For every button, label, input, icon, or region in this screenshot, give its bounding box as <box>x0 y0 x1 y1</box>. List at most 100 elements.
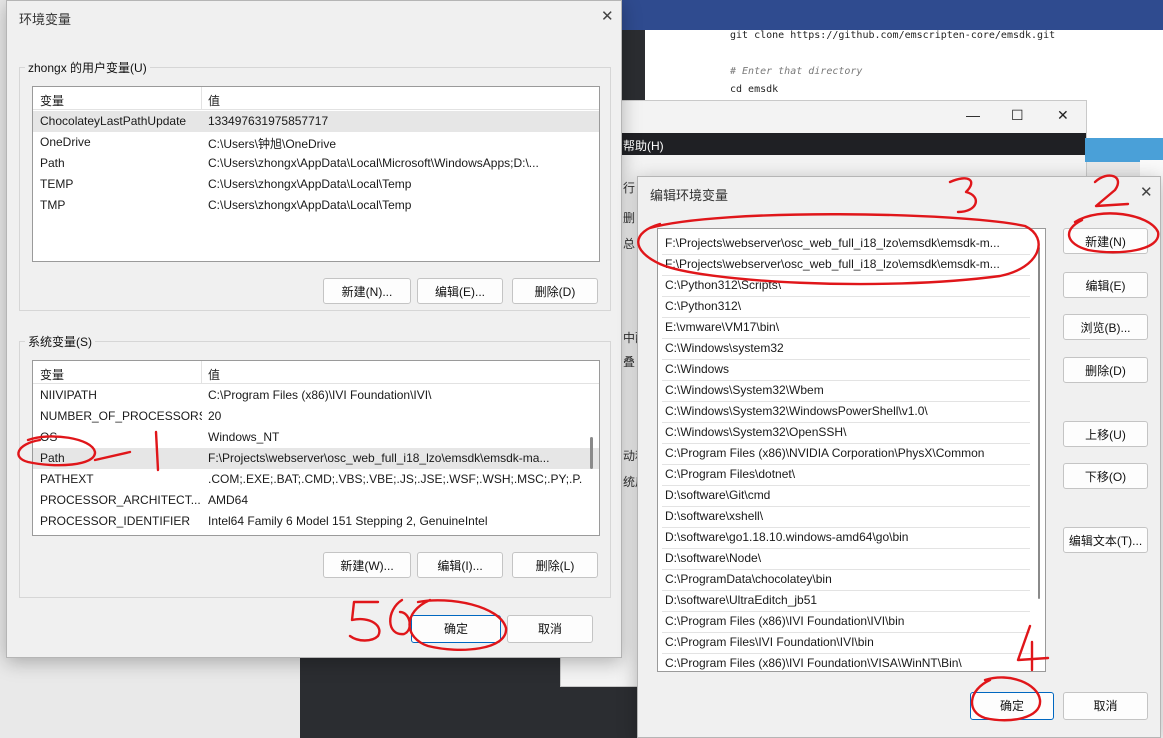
table-row[interactable]: Path F:\Projects\webserver\osc_web_full_i… <box>33 448 599 469</box>
code-line: cd emsdk <box>730 84 779 95</box>
background-highlight <box>1085 138 1163 162</box>
column-divider[interactable] <box>201 361 202 383</box>
path-entry-text: D:\software\UltraEditch_jb51 <box>665 593 818 607</box>
path-entry[interactable]: C:\Windows\System32\OpenSSH\ <box>662 422 1030 444</box>
path-entry-text: D:\software\Git\cmd <box>665 488 771 502</box>
path-entry[interactable]: D:\software\Node\ <box>662 548 1030 570</box>
move-down-button[interactable]: 下移(O) <box>1063 463 1148 489</box>
ok-button[interactable]: 确定 <box>411 615 501 643</box>
path-entry[interactable]: C:\Windows\system32 <box>662 338 1030 360</box>
path-entry-text: D:\software\go1.18.10.windows-amd64\go\b… <box>665 530 909 544</box>
system-new-button[interactable]: 新建(W)... <box>323 552 411 578</box>
system-vars-list[interactable]: 变量 值 NIIVIPATH C:\Program Files (x86)\IVI… <box>32 360 600 536</box>
maximize-icon[interactable]: ☐ <box>1011 107 1024 124</box>
table-row[interactable]: PROCESSOR_ARCHITECT... AMD64 <box>33 490 599 511</box>
cancel-button[interactable]: 取消 <box>507 615 593 643</box>
path-entry[interactable]: F:\Projects\webserver\osc_web_full_i18_l… <box>662 233 1030 255</box>
browse-button[interactable]: 浏览(B)... <box>1063 314 1148 340</box>
scrollbar-thumb[interactable] <box>590 437 593 469</box>
variable-name: OneDrive <box>40 135 91 149</box>
path-entry[interactable]: D:\software\UltraEditch_jb51 <box>662 590 1030 612</box>
path-entry[interactable]: C:\Python312\ <box>662 296 1030 318</box>
column-divider[interactable] <box>201 87 202 109</box>
path-entry-text: E:\vmware\VM17\bin\ <box>665 320 780 334</box>
path-entry[interactable]: C:\Windows <box>662 359 1030 381</box>
variable-name: NIIVIPATH <box>40 388 97 402</box>
path-entry[interactable]: C:\Windows\System32\WindowsPowerShell\v1… <box>662 401 1030 423</box>
menu-help[interactable]: 帮助(H) <box>623 137 664 154</box>
system-edit-button[interactable]: 编辑(I)... <box>417 552 503 578</box>
minimize-icon[interactable]: — <box>966 107 980 123</box>
variable-value: C:\Users\zhongx\AppData\Local\Temp <box>208 198 412 212</box>
variable-name: Path <box>40 156 65 170</box>
path-entry[interactable]: D:\software\xshell\ <box>662 506 1030 528</box>
table-row[interactable]: Path C:\Users\zhongx\AppData\Local\Micros… <box>33 153 599 174</box>
variable-name: ChocolateyLastPathUpdate <box>40 114 187 128</box>
path-entry-text: C:\Program Files (x86)\IVI Foundation\VI… <box>665 656 962 670</box>
code-line: git clone https://github.com/emscripten-… <box>730 30 1056 41</box>
path-entry[interactable]: C:\ProgramData\chocolatey\bin <box>662 569 1030 591</box>
system-delete-button[interactable]: 删除(L) <box>512 552 598 578</box>
ok-button[interactable]: 确定 <box>970 692 1054 720</box>
table-row[interactable]: OS Windows_NT <box>33 427 599 448</box>
table-row[interactable]: OneDrive C:\Users\钟旭\OneDrive <box>33 132 599 153</box>
path-entry-text: D:\software\xshell\ <box>665 509 764 523</box>
path-entry[interactable]: F:\Projects\webserver\osc_web_full_i18_l… <box>662 254 1030 276</box>
column-header-variable[interactable]: 变量 <box>40 92 64 109</box>
path-entry[interactable]: C:\Python312\Scripts\ <box>662 275 1030 297</box>
path-entry[interactable]: D:\software\Git\cmd <box>662 485 1030 507</box>
path-entry[interactable]: E:\vmware\VM17\bin\ <box>662 317 1030 339</box>
path-entry-text: C:\Windows\System32\WindowsPowerShell\v1… <box>665 404 928 418</box>
variable-value: AMD64 <box>208 493 249 507</box>
path-entry-text: C:\Windows\system32 <box>665 341 784 355</box>
table-row[interactable]: ChocolateyLastPathUpdate 1334976319758577… <box>33 111 599 132</box>
variable-value: Intel64 Family 6 Model 151 Stepping 2, G… <box>208 514 488 528</box>
move-up-button[interactable]: 上移(U) <box>1063 421 1148 447</box>
path-entry[interactable]: D:\software\go1.18.10.windows-amd64\go\b… <box>662 527 1030 549</box>
variable-name: OS <box>40 430 58 444</box>
variable-value: 20 <box>208 409 222 423</box>
user-vars-list[interactable]: 变量 值 ChocolateyLastPathUpdate 13349763197… <box>32 86 600 262</box>
variable-value: C:\Users\zhongx\AppData\Local\Temp <box>208 177 412 191</box>
scrollbar-thumb[interactable] <box>1038 247 1040 599</box>
variable-value: C:\Users\zhongx\AppData\Local\Microsoft\… <box>208 156 539 170</box>
dialog-title: 编辑环境变量 <box>650 188 729 203</box>
cancel-button[interactable]: 取消 <box>1063 692 1148 720</box>
column-header-variable[interactable]: 变量 <box>40 366 64 383</box>
column-header-value[interactable]: 值 <box>208 366 220 383</box>
user-edit-button[interactable]: 编辑(E)... <box>417 278 503 304</box>
column-header-value[interactable]: 值 <box>208 92 220 109</box>
delete-path-button[interactable]: 删除(D) <box>1063 357 1148 383</box>
edit-text-button[interactable]: 编辑文本(T)... <box>1063 527 1148 553</box>
close-icon[interactable]: ✕ <box>1057 107 1069 124</box>
table-row[interactable]: NIIVIPATH C:\Program Files (x86)\IVI Foun… <box>33 385 599 406</box>
edit-env-var-dialog: 编辑环境变量 ✕ F:\Projects\webserver\osc_web_f… <box>637 176 1161 738</box>
path-entry-text: C:\Python312\Scripts\ <box>665 278 782 292</box>
variable-value: 133497631975857717 <box>208 114 329 128</box>
path-entry-text: C:\Python312\ <box>665 299 742 313</box>
table-row[interactable]: TEMP C:\Users\zhongx\AppData\Local\Temp <box>33 174 599 195</box>
table-row[interactable]: PROCESSOR_IDENTIFIER Intel64 Family 6 Mod… <box>33 511 599 532</box>
path-entry[interactable]: C:\Windows\System32\Wbem <box>662 380 1030 402</box>
new-path-button[interactable]: 新建(N) <box>1063 228 1148 254</box>
user-new-button[interactable]: 新建(N)... <box>323 278 411 304</box>
path-entry-text: F:\Projects\webserver\osc_web_full_i18_l… <box>665 236 1000 250</box>
edit-path-button[interactable]: 编辑(E) <box>1063 272 1148 298</box>
path-entry-text: D:\software\Node\ <box>665 551 762 565</box>
variable-name: NUMBER_OF_PROCESSORS <box>40 409 202 423</box>
table-row[interactable]: TMP C:\Users\zhongx\AppData\Local\Temp <box>33 195 599 216</box>
table-row[interactable]: NUMBER_OF_PROCESSORS 20 <box>33 406 599 427</box>
background-label: 总 <box>623 237 636 251</box>
table-row[interactable]: PATHEXT .COM;.EXE;.BAT;.CMD;.VBS;.VBE;.JS… <box>33 469 599 490</box>
close-icon[interactable]: ✕ <box>601 7 614 25</box>
path-entry-text: C:\Program Files\IVI Foundation\IVI\bin <box>665 635 874 649</box>
path-entry[interactable]: C:\Program Files (x86)\IVI Foundation\VI… <box>662 653 1030 671</box>
path-entry[interactable]: C:\Program Files\IVI Foundation\IVI\bin <box>662 632 1030 654</box>
close-icon[interactable]: ✕ <box>1140 183 1153 201</box>
path-entry[interactable]: C:\Program Files (x86)\IVI Foundation\IV… <box>662 611 1030 633</box>
user-delete-button[interactable]: 删除(D) <box>512 278 598 304</box>
path-list[interactable]: F:\Projects\webserver\osc_web_full_i18_l… <box>657 228 1046 672</box>
path-entry[interactable]: C:\Program Files\dotnet\ <box>662 464 1030 486</box>
path-entry[interactable]: C:\Program Files (x86)\NVIDIA Corporatio… <box>662 443 1030 465</box>
dialog-title: 环境变量 <box>19 12 72 27</box>
